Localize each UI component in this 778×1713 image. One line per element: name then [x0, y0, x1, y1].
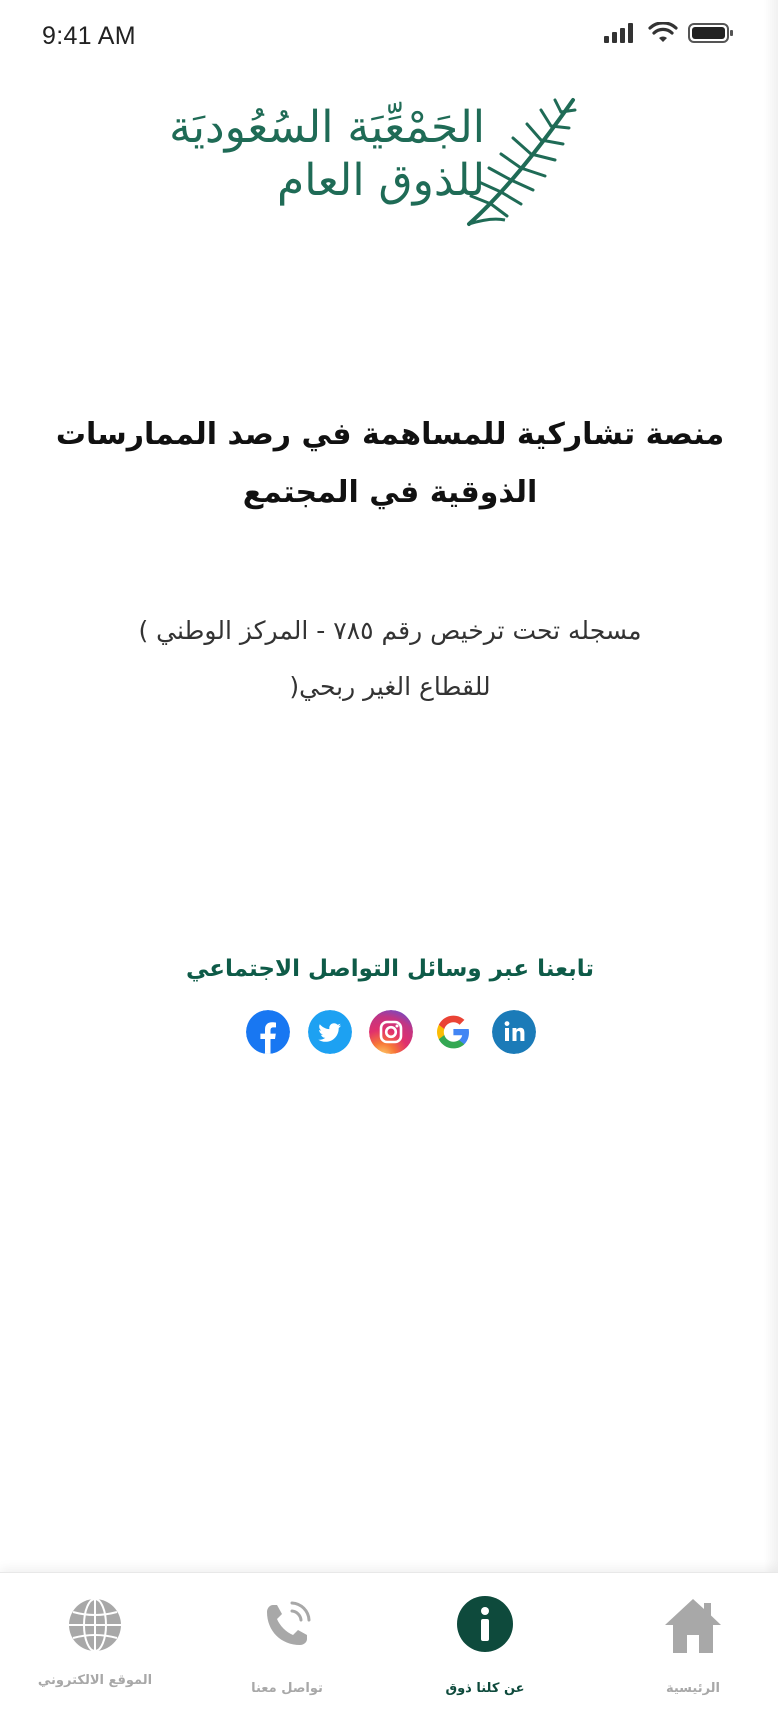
linkedin-icon[interactable]	[492, 1010, 536, 1054]
device-edge	[764, 0, 778, 1712]
app-screen: 9:41 AM الجَمْعِّيَة السُعُوديَة للذوق ا…	[0, 0, 778, 1713]
nav-label-contact: تواصل معنا	[251, 1681, 323, 1696]
society-logo: الجَمْعِّيَة السُعُوديَة للذوق العام	[169, 92, 590, 242]
phone-icon	[259, 1597, 315, 1657]
platform-description: منصة تشاركية للمساهمة في رصد الممارسات ا…	[40, 406, 740, 522]
twitter-icon[interactable]	[307, 1010, 352, 1054]
follow-us-label: تابعنا عبر وسائل التواصل الاجتماعي	[185, 956, 595, 982]
registration-line1: مسجله تحت ترخيص رقم ٧٨٥ - المركز الوطني …	[138, 616, 642, 645]
palm-frond-icon	[461, 92, 586, 236]
globe-icon	[67, 1597, 123, 1657]
status-bar: 9:41 AM	[0, 0, 778, 74]
nav-item-about[interactable]: عن كلنا ذوق	[410, 1573, 560, 1713]
nav-label-website: الموقع الالكتروني	[37, 1673, 153, 1688]
google-icon[interactable]	[430, 1010, 475, 1054]
status-time: 9:41 AM	[42, 22, 136, 50]
facebook-icon[interactable]	[246, 1010, 290, 1054]
bottom-navigation: الموقع الالكتروني تواصل معنا عن كلنا ذوق…	[0, 1572, 778, 1713]
nav-item-contact[interactable]: تواصل معنا	[212, 1573, 362, 1713]
info-icon	[456, 1595, 514, 1657]
instagram-icon[interactable]	[369, 1010, 413, 1054]
battery-icon	[688, 22, 734, 48]
headline-line2: الذوقية في المجتمع	[242, 475, 538, 510]
headline-line1: منصة تشاركية للمساهمة في رصد الممارسات	[55, 417, 725, 452]
registration-note: مسجله تحت ترخيص رقم ٧٨٥ - المركز الوطني …	[60, 603, 720, 715]
social-links	[246, 1010, 536, 1056]
status-icons	[604, 21, 734, 48]
nav-item-home[interactable]: الرئيسية	[618, 1573, 768, 1713]
nav-label-about: عن كلنا ذوق	[445, 1681, 525, 1696]
registration-line2: للقطاع الغير ربحي(	[289, 672, 491, 701]
cellular-signal-icon	[604, 22, 638, 48]
home-icon	[662, 1595, 724, 1659]
logo-text-line2: للذوق العام	[277, 155, 485, 206]
nav-label-home: الرئيسية	[665, 1681, 721, 1696]
wifi-icon	[648, 21, 678, 48]
logo-text-line1: الجَمْعِّيَة السُعُوديَة	[169, 102, 485, 153]
nav-item-website[interactable]: الموقع الالكتروني	[20, 1573, 170, 1713]
